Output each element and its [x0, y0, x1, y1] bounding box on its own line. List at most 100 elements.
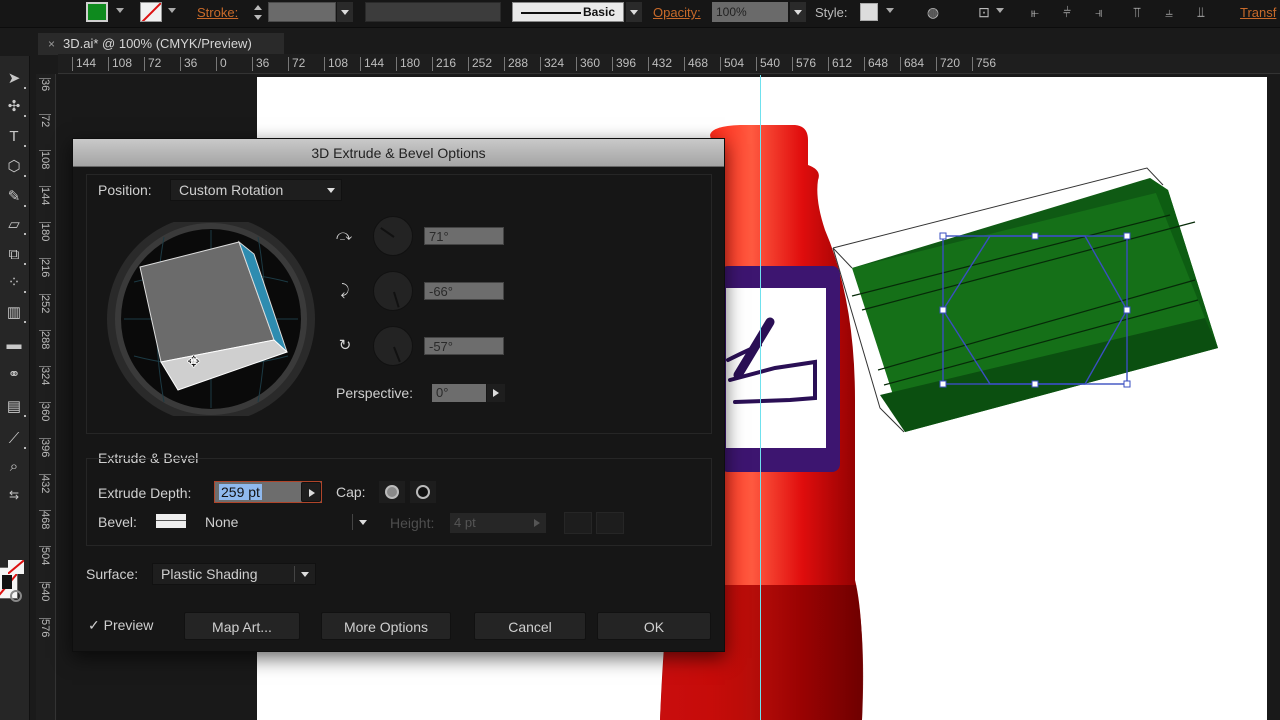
horizontal-ruler[interactable]: 144 108 72 36 0 36 72 108 144 180 216 252 288 324 360 3…: [58, 54, 1280, 74]
z-rotation-dial[interactable]: [373, 326, 413, 366]
drawing-mode-icon[interactable]: [10, 590, 22, 602]
ruler-tick-label: 360: [39, 402, 51, 422]
y-rotation-field[interactable]: -66°: [424, 282, 504, 300]
svg-text:✥: ✥: [187, 352, 200, 371]
ruler-tick-label: 432: [648, 57, 672, 71]
cancel-button[interactable]: Cancel: [474, 612, 586, 640]
ruler-tick-label: 0: [216, 57, 227, 71]
z-rotation-field[interactable]: -57°: [424, 337, 504, 355]
ruler-tick-label: 108: [39, 150, 51, 170]
eraser-tool-icon[interactable]: ▱: [2, 214, 26, 236]
ruler-tick-label: 216: [39, 258, 51, 278]
x-rotation-field[interactable]: 71°: [424, 227, 504, 245]
cap-label: Cap:: [336, 484, 366, 500]
ruler-tick-label: 72: [39, 114, 51, 128]
map-art-button[interactable]: Map Art...: [184, 612, 300, 640]
surface-value: Plastic Shading: [161, 566, 258, 582]
blend-tool-icon[interactable]: ⚭: [2, 364, 26, 386]
ruler-tick-label: 468: [39, 510, 51, 530]
ruler-tick-label: 180: [396, 57, 420, 71]
bevel-value: None: [205, 514, 239, 530]
direct-selection-tool-icon[interactable]: ✣: [2, 96, 26, 118]
zoom-tool-icon[interactable]: ⌕: [2, 456, 26, 478]
ruler-tick-label: 180: [39, 222, 51, 242]
ruler-tick-label: 36: [180, 57, 197, 71]
vertical-guide[interactable]: [760, 75, 761, 720]
ruler-tick-label: 648: [864, 57, 888, 71]
extrude-depth-field[interactable]: 259 pt: [214, 481, 322, 503]
perspective-field[interactable]: 0°: [432, 384, 486, 402]
dialog-title-bar[interactable]: 3D Extrude & Bevel Options: [73, 139, 724, 167]
perspective-label: Perspective:: [336, 385, 414, 401]
perspective-slider-button[interactable]: [487, 384, 505, 402]
cap-on-button[interactable]: [379, 481, 405, 503]
ruler-tick-label: 72: [144, 57, 161, 71]
height-slider-button[interactable]: [528, 514, 546, 532]
illustrator-window: Stroke: Basic Opacity: 100% Style: ◍ ⊡ ⫦…: [0, 0, 1280, 720]
height-label: Height:: [390, 515, 435, 531]
column-graph-tool-icon[interactable]: ▥: [2, 302, 26, 324]
selection-tool-icon[interactable]: ➤: [2, 68, 26, 90]
bevel-extent-in-icon[interactable]: [596, 512, 624, 534]
cap-off-button[interactable]: [410, 481, 436, 503]
ruler-tick-label: 540: [39, 582, 51, 602]
ruler-tick-label: 144: [72, 57, 96, 71]
position-dropdown[interactable]: Custom Rotation: [170, 179, 342, 201]
ruler-tick-label: 432: [39, 474, 51, 494]
ruler-tick-label: 504: [720, 57, 744, 71]
ruler-tick-label: 144: [39, 186, 51, 206]
swap-colors-icon[interactable]: ⇆: [2, 484, 26, 506]
rotation-track-cube[interactable]: ✥: [104, 222, 318, 416]
ruler-tick-label: 576: [39, 618, 51, 638]
ruler-tick-label: 144: [360, 57, 384, 71]
ruler-tick-label: 684: [900, 57, 924, 71]
ruler-tick-label: 324: [540, 57, 564, 71]
ruler-tick-label: 720: [936, 57, 960, 71]
y-rotation-dial[interactable]: [373, 271, 413, 311]
extrude-depth-slider-button[interactable]: [301, 482, 321, 502]
free-transform-tool-icon[interactable]: ⧉: [2, 244, 26, 266]
x-rotation-dial[interactable]: [373, 216, 413, 256]
ruler-tick-label: 36: [252, 57, 269, 71]
ruler-tick-label: 72: [288, 57, 305, 71]
bevel-extent-out-icon[interactable]: [564, 512, 592, 534]
gradient-tool-icon[interactable]: ▬: [2, 334, 26, 356]
ruler-tick-label: 468: [684, 57, 708, 71]
z-axis-rotation-icon: ↻: [338, 337, 352, 354]
move-cursor-icon: ✥: [187, 352, 201, 372]
none-color-button[interactable]: [8, 560, 24, 574]
preview-checkbox[interactable]: ✓ Preview: [88, 617, 153, 634]
polygon-tool-icon[interactable]: ⬡: [2, 156, 26, 178]
chart-tool-icon[interactable]: ▤: [2, 396, 26, 418]
ruler-tick-label: 540: [756, 57, 780, 71]
tools-panel: ➤ ✣ T ⬡ ✎ ▱ ⧉ ⁘ ▥ ▬ ⚭ ▤ ⟋ ⌕ ⇆: [0, 56, 30, 720]
ruler-tick-label: 756: [972, 57, 996, 71]
ruler-tick-label: 288: [39, 330, 51, 350]
ok-button[interactable]: OK: [597, 612, 711, 640]
ruler-tick-label: 252: [468, 57, 492, 71]
ruler-tick-label: 288: [504, 57, 528, 71]
type-tool-icon[interactable]: T: [2, 126, 26, 148]
ruler-tick-label: 108: [324, 57, 348, 71]
ruler-tick-label: 504: [39, 546, 51, 566]
surface-label: Surface:: [86, 566, 139, 582]
symbol-sprayer-tool-icon[interactable]: ⁘: [2, 272, 26, 294]
preview-label: Preview: [103, 617, 154, 633]
ruler-tick-label: 324: [39, 366, 51, 386]
ruler-tick-label: 216: [432, 57, 456, 71]
checkmark-icon: ✓: [88, 617, 100, 633]
ruler-tick-label: 396: [612, 57, 636, 71]
vertical-ruler[interactable]: 36 72 108 144 180 216 252 288 324 360 396 432 468 504…: [36, 74, 56, 720]
ruler-tick-label: 576: [792, 57, 816, 71]
more-options-button[interactable]: More Options: [321, 612, 451, 640]
ruler-tick-label: 252: [39, 294, 51, 314]
surface-dropdown[interactable]: Plastic Shading: [152, 563, 316, 585]
eyedropper-tool-icon[interactable]: ⟋: [2, 428, 26, 450]
extruded-shape[interactable]: [832, 167, 1218, 433]
pencil-tool-icon[interactable]: ✎: [2, 186, 26, 208]
position-value: Custom Rotation: [179, 182, 284, 198]
bevel-label: Bevel:: [98, 514, 137, 530]
ruler-tick-label: 612: [828, 57, 852, 71]
ruler-tick-label: 108: [108, 57, 132, 71]
bevel-dropdown[interactable]: None: [196, 511, 374, 533]
